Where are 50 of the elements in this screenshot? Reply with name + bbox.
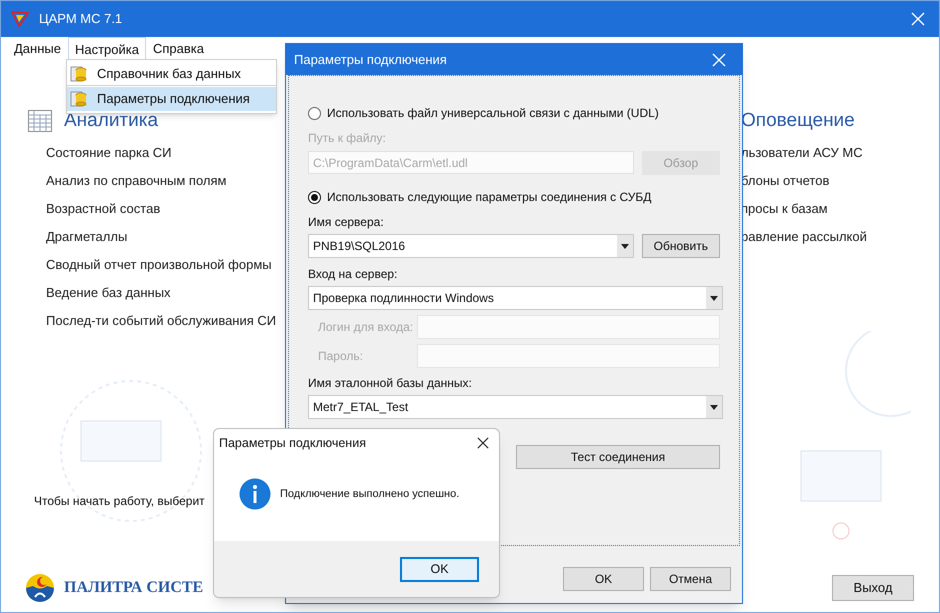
caret-icon xyxy=(710,296,718,300)
table-icon xyxy=(28,110,52,132)
radio-button[interactable] xyxy=(308,190,321,204)
refresh-button[interactable]: Обновить xyxy=(642,234,720,258)
field-label: Пароль: xyxy=(317,348,364,365)
menu-item[interactable]: Настройка xyxy=(68,37,146,61)
info-icon xyxy=(239,478,271,510)
radio-label[interactable]: Использовать файл универсальной связи с данными (UDL) xyxy=(327,104,659,122)
close-icon[interactable] xyxy=(477,437,489,449)
field-label: Имя сервера: xyxy=(308,214,385,231)
app-logo-icon xyxy=(11,11,29,27)
report-link[interactable]: Послед-ти событий обслуживания СИ xyxy=(46,312,276,328)
section-heading: Аналитика xyxy=(64,109,158,133)
report-link[interactable]: Сводный отчет произвольной формы xyxy=(46,256,276,272)
field-label: Путь к файлу: xyxy=(308,130,387,147)
field-label: Имя эталонной базы данных: xyxy=(308,375,473,392)
dropdown-field[interactable]: Metr7_ETAL_Test xyxy=(308,395,723,419)
report-link[interactable]: Состояние парка СИ xyxy=(46,144,276,160)
settings-link[interactable]: льзователи АСУ МС xyxy=(741,144,939,160)
field-label: Вход на сервер: xyxy=(308,266,398,283)
radio-label[interactable]: Использовать следующие параметры соединения с СУБД xyxy=(327,188,652,206)
message-text: Подключение выполнено успешно. xyxy=(280,486,460,502)
window-title: ЦАРМ МС 7.1 xyxy=(39,10,122,28)
hint-text: Чтобы начать работу, выберит xyxy=(34,494,205,508)
field-label: Логин для входа: xyxy=(317,319,414,336)
company-logo-icon xyxy=(25,572,55,602)
database-icon xyxy=(70,90,88,108)
company-name: ПАЛИТРА СИСТЕ xyxy=(64,578,204,598)
exit-button[interactable]: Выход xyxy=(832,574,914,600)
message-title: Параметры подключения xyxy=(219,434,366,452)
caret-icon xyxy=(710,404,718,410)
database-icon xyxy=(70,64,88,82)
dialog-title: Параметры подключения xyxy=(294,50,447,69)
dropdown-item[interactable]: Параметры подключения xyxy=(67,87,276,111)
ok-button[interactable]: OK xyxy=(563,567,644,591)
report-link[interactable]: Возрастной состав xyxy=(46,200,276,216)
report-link[interactable]: Драгметаллы xyxy=(46,228,276,244)
dropdown-field[interactable]: PNB19\SQL2016 xyxy=(308,234,634,258)
ok-button[interactable]: OK xyxy=(400,556,479,582)
menu-item[interactable]: Данные xyxy=(7,37,68,61)
cancel-button[interactable]: Отмена xyxy=(650,567,731,591)
report-link[interactable]: Ведение баз данных xyxy=(46,284,276,300)
dropdown-field[interactable]: Проверка подлинности Windows xyxy=(308,286,723,310)
report-link[interactable]: Анализ по справочным полям xyxy=(46,172,276,188)
radio-button[interactable] xyxy=(308,106,321,120)
dropdown-item[interactable]: Справочник баз данных xyxy=(67,62,276,86)
caret-icon xyxy=(620,244,629,248)
test-connection-button[interactable]: Тест соединения xyxy=(516,445,720,469)
section-heading: Оповещение xyxy=(741,110,855,131)
menu-item[interactable]: Справка xyxy=(146,37,211,61)
